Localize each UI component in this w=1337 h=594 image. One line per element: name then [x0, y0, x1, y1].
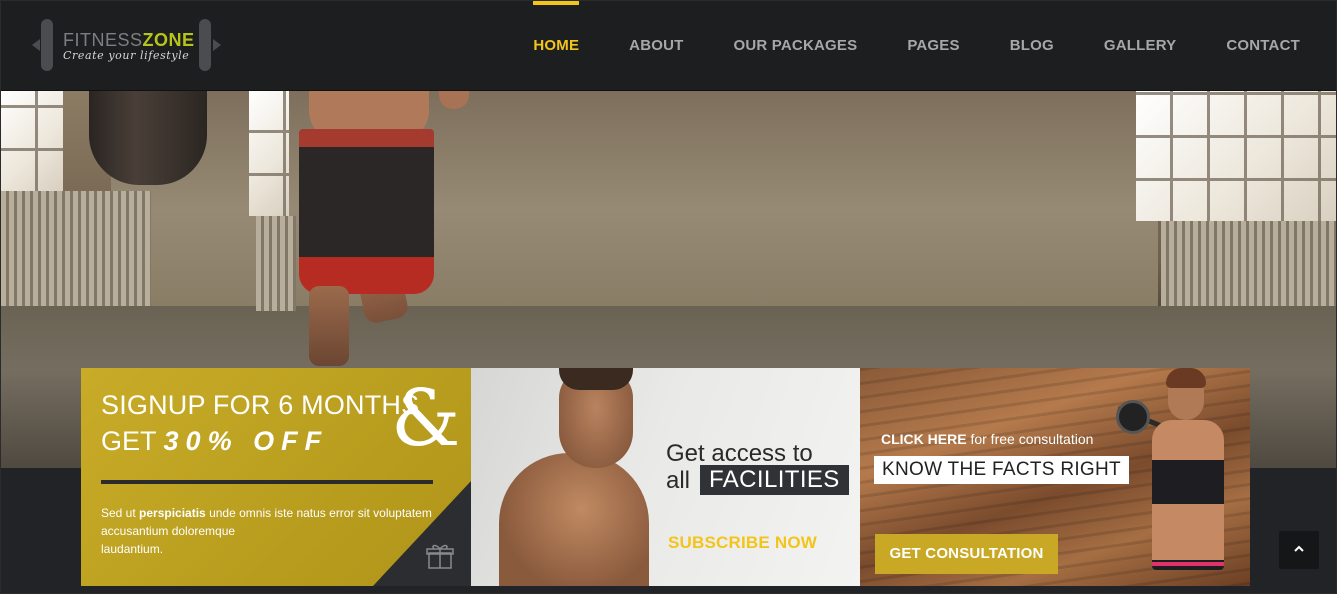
promo-facilities-all: all — [666, 467, 691, 494]
promo-consultation: CLICK HERE for free consultation KNOW TH… — [860, 368, 1250, 586]
promo-signup-line2: GET 30% OFF — [101, 426, 328, 457]
hero-fighter — [299, 91, 474, 371]
hero-window-right — [1136, 91, 1336, 221]
dumbbell-right-icon — [199, 19, 211, 71]
athlete-body — [499, 453, 649, 586]
fighter-shorts — [299, 129, 434, 294]
hero-window-mid — [249, 91, 289, 216]
hero-window-left — [1, 91, 63, 191]
hero-radiator-right — [1161, 221, 1336, 306]
click-here-text[interactable]: CLICK HERE for free consultation — [881, 431, 1093, 447]
nav-item-our-packages[interactable]: OUR PACKAGES — [734, 1, 858, 91]
promo-signup-offer[interactable]: SIGNUP FOR 6 MONTHS GET 30% OFF & Sed ut… — [81, 368, 471, 586]
punching-bag — [89, 91, 207, 185]
nav-item-contact[interactable]: CONTACT — [1226, 1, 1300, 91]
promo-signup-discount: 30% OFF — [163, 426, 329, 456]
promo-corner — [373, 481, 471, 586]
promo-consultation-headline: KNOW THE FACTS RIGHT — [874, 456, 1129, 484]
dumbbell-left-tip-icon — [32, 39, 40, 51]
dumbbell-right-tip-icon — [213, 39, 221, 51]
promo-body-bold: perspiciatis — [139, 506, 206, 520]
promo-signup-line1: SIGNUP FOR 6 MONTHS — [101, 390, 420, 420]
fighter-leg-front — [309, 286, 349, 366]
trainer-torso — [1152, 420, 1224, 570]
back-to-top-button[interactable] — [1279, 531, 1319, 569]
logo-tagline: Create your lifestyle — [63, 49, 190, 62]
ampersand-glyph: & — [391, 374, 461, 464]
athlete-hair — [559, 368, 633, 390]
nav-item-pages[interactable]: PAGES — [907, 1, 959, 91]
click-here-rest: for free consultation — [966, 431, 1094, 447]
main-nav: HOME ABOUT OUR PACKAGES PAGES BLOG GALLE… — [483, 1, 1300, 91]
trainer-band — [1152, 562, 1224, 566]
promo-facilities-highlight: FACILITIES — [700, 465, 849, 495]
nav-item-home[interactable]: HOME — [533, 1, 579, 91]
promo-signup-get: GET — [101, 426, 157, 456]
chevron-up-icon — [1294, 545, 1304, 552]
logo-name: FITNESSZONE — [63, 30, 195, 51]
promo-facilities-line1: Get access to — [666, 440, 813, 467]
hero-radiator-mid — [256, 216, 296, 311]
dumbbell-left-icon — [41, 19, 53, 71]
get-consultation-button[interactable]: GET CONSULTATION — [875, 534, 1058, 574]
promo-body-prefix: Sed ut — [101, 506, 140, 520]
site-logo[interactable]: FITNESSZONE Create your lifestyle — [31, 19, 221, 71]
hero-radiator-left — [1, 191, 151, 306]
subscribe-now-link[interactable]: SUBSCRIBE NOW — [668, 533, 817, 553]
nav-item-gallery[interactable]: GALLERY — [1104, 1, 1177, 91]
nav-item-blog[interactable]: BLOG — [1010, 1, 1054, 91]
fighter-arm — [439, 91, 469, 109]
click-here-link[interactable]: CLICK HERE — [881, 431, 967, 447]
promo-body-line3: laudantium. — [101, 542, 164, 556]
promo-facilities[interactable]: Get access to all FACILITIES SUBSCRIBE N… — [471, 368, 860, 586]
promo-trainer-image — [1140, 368, 1250, 586]
promo-athlete-image — [499, 368, 649, 586]
nav-item-about[interactable]: ABOUT — [629, 1, 683, 91]
logo-name-part1: FITNESS — [63, 30, 143, 50]
logo-name-part2: ZONE — [142, 30, 195, 50]
gift-icon — [426, 544, 454, 569]
site-header: FITNESSZONE Create your lifestyle HOME A… — [1, 1, 1336, 91]
page: FITNESSZONE Create your lifestyle HOME A… — [0, 0, 1337, 594]
trainer-hair — [1166, 368, 1206, 388]
